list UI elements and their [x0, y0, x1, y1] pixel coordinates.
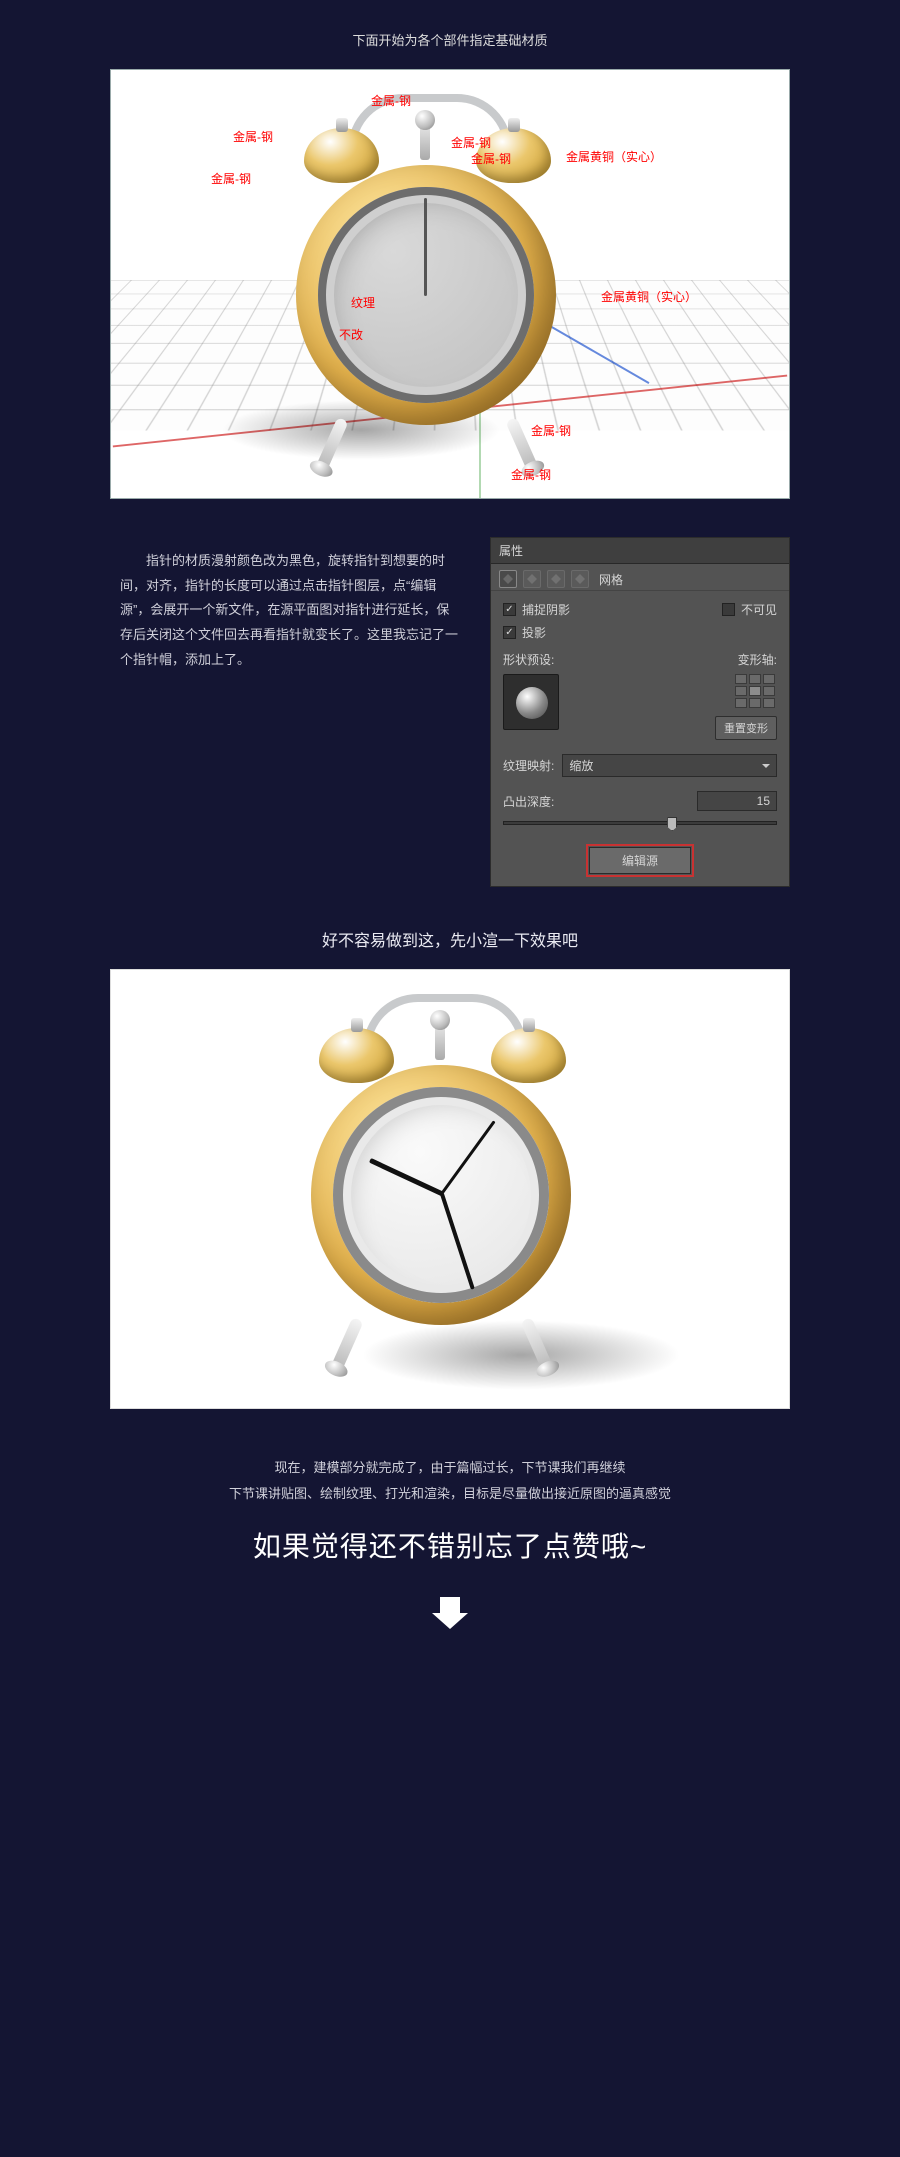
r-bell-right — [491, 1028, 566, 1083]
invisible-label: 不可见 — [741, 601, 777, 618]
bell-knob-right — [508, 118, 520, 132]
r-leg-right — [520, 1317, 553, 1372]
properties-panel: 属性 网格 ✓捕捉阴影 不可见 — [490, 537, 790, 887]
checkbox-cast-shadow[interactable]: ✓投影 — [503, 624, 777, 641]
tab-icon-3[interactable] — [547, 570, 565, 588]
section-title-1: 下面开始为各个部件指定基础材质 — [110, 0, 790, 69]
clock-model-render — [311, 1000, 591, 1380]
reset-deform-button[interactable]: 重置变形 — [715, 716, 777, 740]
foot-left — [307, 457, 335, 480]
figure-render — [110, 969, 790, 1409]
tab-icon-1[interactable] — [499, 570, 517, 588]
checkbox-invisible[interactable]: 不可见 — [722, 601, 777, 618]
bell-knob-left — [336, 118, 348, 132]
anno-bell-left: 金属-钢 — [211, 170, 251, 187]
texture-map-label: 纹理映射: — [503, 757, 554, 774]
deform-axis-label: 变形轴: — [738, 651, 777, 668]
r-hammer-ball — [430, 1010, 450, 1030]
r-leg-left — [330, 1317, 363, 1372]
clock-model-wire — [296, 100, 576, 480]
extrude-label: 凸出深度: — [503, 793, 554, 810]
outro-line-1: 现在，建模部分就完成了，由于篇幅过长，下节课我们再继续 — [110, 1455, 790, 1481]
deform-axis-grid[interactable] — [735, 674, 777, 706]
clock-hammer-ball — [415, 110, 435, 130]
panel-tabrow: 网格 — [491, 564, 789, 591]
section-title-2: 好不容易做到这，先小渲一下效果吧 — [110, 887, 790, 969]
capture-shadow-label: 捕捉阴影 — [522, 601, 570, 618]
panel-title: 属性 — [491, 538, 789, 564]
checkbox-capture-shadow[interactable]: ✓捕捉阴影 — [503, 601, 570, 618]
extrude-value[interactable]: 15 — [697, 791, 777, 811]
cast-shadow-label: 投影 — [522, 624, 546, 641]
arrow-down-icon — [430, 1591, 470, 1631]
tab-icon-2[interactable] — [523, 570, 541, 588]
anno-bell-material: 金属黄铜（实心） — [566, 148, 662, 165]
foot-right — [519, 457, 547, 480]
clock-bell-right — [476, 128, 551, 183]
figure-viewport: 金属-钢 金属-钢 金属-钢 金属-钢 金属黄铜（实心） 金属-钢 金属黄铜（实… — [110, 69, 790, 499]
anno-bell-left-knob: 金属-钢 — [233, 128, 273, 145]
clock-leg-right — [505, 417, 538, 472]
texture-map-select[interactable]: 缩放 — [562, 754, 777, 777]
outro-text: 现在，建模部分就完成了，由于篇幅过长，下节课我们再继续 下节课讲贴图、绘制纹理、… — [110, 1409, 790, 1525]
shape-preset-thumb[interactable] — [503, 674, 559, 730]
paragraph-hands: 指针的材质漫射颜色改为黑色，旋转指针到想要的时间，对齐，指针的长度可以通过点击指… — [110, 499, 470, 702]
tab-mesh-label: 网格 — [599, 571, 623, 588]
edit-source-button[interactable]: 编辑源 — [589, 847, 691, 874]
tab-icon-4[interactable] — [571, 570, 589, 588]
shape-preset-label: 形状预设: — [503, 651, 559, 668]
clock-hand — [424, 198, 427, 296]
cta-like: 如果觉得还不错别忘了点赞哦~ — [110, 1525, 790, 1591]
outro-line-2: 下节课讲贴图、绘制纹理、打光和渲染，目标是尽量做出接近原图的逼真感觉 — [110, 1481, 790, 1507]
extrude-slider[interactable] — [503, 821, 777, 825]
clock-leg-left — [315, 417, 348, 472]
